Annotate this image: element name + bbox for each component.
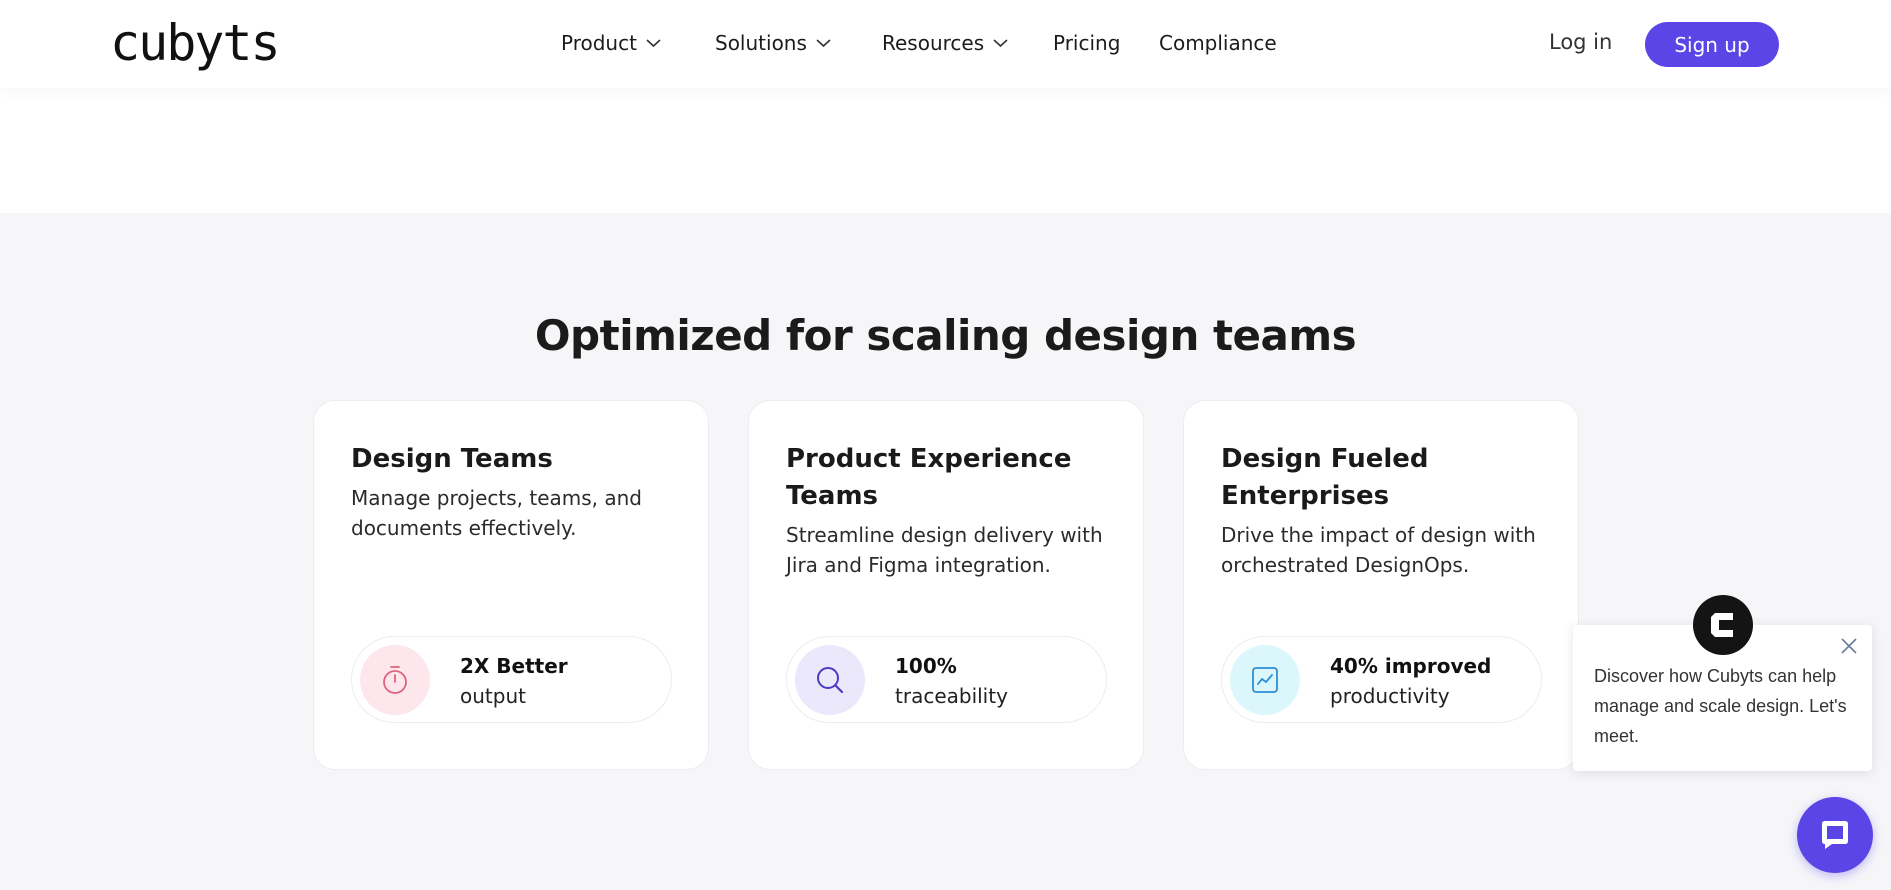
chevron-down-icon — [816, 38, 831, 48]
site-header: cubyts Product Solutions Resources Prici… — [0, 0, 1891, 88]
login-link[interactable]: Log in — [1549, 30, 1612, 54]
stat-value: 100% — [895, 654, 957, 678]
card-description: Manage projects, teams, and documents ef… — [351, 486, 642, 540]
nav-resources[interactable]: Resources — [882, 28, 1008, 58]
stat-text: 100% traceability — [895, 651, 1008, 711]
nav-product[interactable]: Product — [561, 28, 661, 58]
stat-pill: 100% traceability — [786, 636, 1107, 723]
section-title: Optimized for scaling design teams — [534, 311, 1357, 360]
stat-text: 2X Better output — [460, 651, 568, 711]
stat-value: 40% improved — [1330, 654, 1492, 678]
nav-solutions[interactable]: Solutions — [715, 28, 831, 58]
stat-text: 40% improved productivity — [1330, 651, 1491, 711]
chat-launcher-button[interactable] — [1797, 797, 1873, 873]
card-design-teams: Design Teams Manage projects, teams, and… — [313, 400, 709, 770]
card-description: Drive the impact of design with orchestr… — [1221, 523, 1536, 577]
card-description: Streamline design delivery with Jira and… — [786, 523, 1103, 577]
card-design-fueled-enterprises: Design Fueled Enterprises Drive the impa… — [1183, 400, 1579, 770]
card-product-experience-teams: Product Experience Teams Streamline desi… — [748, 400, 1144, 770]
stat-label: traceability — [895, 684, 1008, 708]
stopwatch-icon — [360, 645, 430, 715]
nav-pricing-label: Pricing — [1053, 31, 1121, 55]
nav-resources-label: Resources — [882, 31, 985, 55]
nav-compliance-label: Compliance — [1159, 31, 1277, 55]
stat-pill: 40% improved productivity — [1221, 636, 1542, 723]
nav-pricing[interactable]: Pricing — [1053, 28, 1120, 58]
signup-button[interactable]: Sign up — [1645, 22, 1779, 67]
chat-message: Discover how Cubyts can help manage and … — [1594, 666, 1847, 746]
chevron-down-icon — [993, 38, 1008, 48]
stat-label: output — [460, 684, 526, 708]
stat-label: productivity — [1330, 684, 1450, 708]
chat-bubble-icon — [1816, 816, 1854, 854]
card-title: Product Experience Teams — [786, 444, 1072, 511]
close-icon[interactable] — [1838, 635, 1860, 657]
search-icon — [795, 645, 865, 715]
cubyts-logo[interactable]: cubyts — [110, 8, 281, 78]
nav-product-label: Product — [561, 31, 637, 55]
nav-solutions-label: Solutions — [715, 31, 807, 55]
cubyts-logo-icon — [1693, 595, 1753, 655]
chevron-down-icon — [646, 38, 661, 48]
stat-value: 2X Better — [460, 654, 568, 678]
stat-pill: 2X Better output — [351, 636, 672, 723]
trend-chart-icon — [1230, 645, 1300, 715]
scaling-section: Optimized for scaling design teams Desig… — [0, 213, 1891, 890]
card-title: Design Teams — [351, 444, 553, 474]
card-title: Design Fueled Enterprises — [1221, 444, 1429, 511]
nav-compliance[interactable]: Compliance — [1159, 28, 1277, 58]
